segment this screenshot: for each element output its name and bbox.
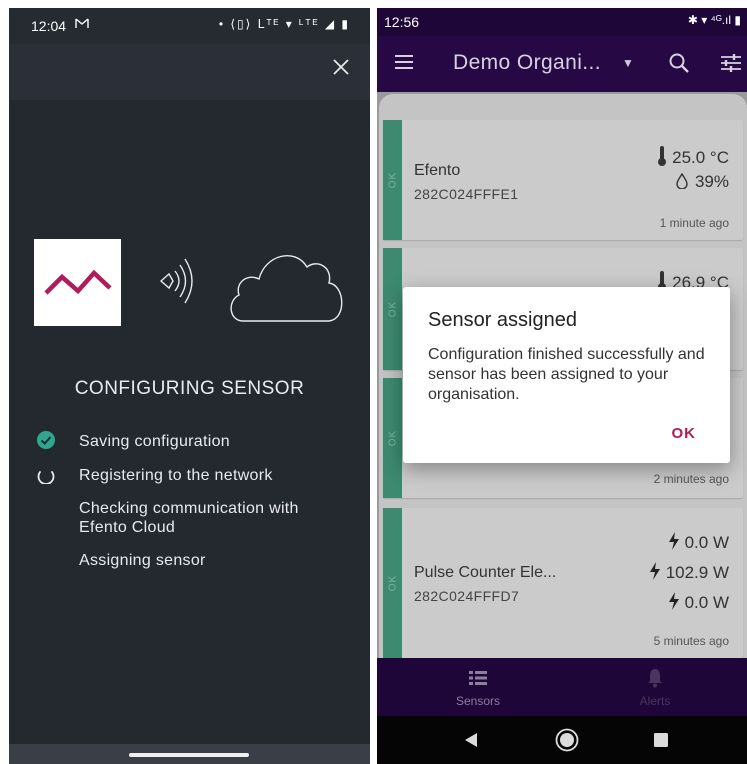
system-navigation-bar xyxy=(377,716,747,764)
wireless-signal-icon xyxy=(157,253,201,314)
hamburger-menu-icon[interactable] xyxy=(393,51,415,73)
step-checking-communication: Checking communication with Efento Cloud xyxy=(79,500,299,536)
back-icon[interactable] xyxy=(463,732,479,748)
power-reading: 0.0 W xyxy=(668,592,729,613)
cloud-icon xyxy=(225,243,349,330)
gmail-icon xyxy=(75,17,89,32)
humidity-icon xyxy=(676,172,688,190)
configuring-screen: 12:04 • ⟨▯⟩ ᒪᵀᴱ ▾ ᴸᵀᴱ ◢ ▮ CONFIGURING SE… xyxy=(9,8,370,764)
list-icon xyxy=(469,671,487,685)
sensor-id: 282C024FFFE1 xyxy=(414,186,519,202)
loading-spinner-icon xyxy=(37,471,55,484)
close-button[interactable] xyxy=(326,52,356,82)
bell-icon xyxy=(648,669,662,688)
sensor-id: 282C024FFFD7 xyxy=(414,588,520,604)
status-label: OK xyxy=(387,429,399,447)
status-label: OK xyxy=(387,574,399,592)
efento-logo-icon xyxy=(44,269,112,295)
temperature-reading: 25.0 °C xyxy=(657,145,729,168)
bottom-navigation: Sensors Alerts xyxy=(377,658,747,716)
status-time: 12:04 xyxy=(31,18,67,34)
home-handle[interactable] xyxy=(129,753,249,757)
dialog-message: Configuration finished successfully and … xyxy=(428,346,705,403)
power-reading: 102.9 W xyxy=(649,562,729,583)
configuring-heading: CONFIGURING SENSOR xyxy=(74,378,305,399)
status-label: OK xyxy=(387,171,399,189)
ok-button[interactable]: OK xyxy=(672,425,697,442)
status-time: 12:56 xyxy=(384,14,420,30)
home-icon[interactable] xyxy=(555,728,579,752)
tab-label: Alerts xyxy=(639,694,671,708)
status-strip: OK xyxy=(383,120,402,240)
sensors-screen: 12:56 ✱ ▾ ⁴ᴳ.ıl ▮ Demo Organi... ▼ OK Ef… xyxy=(377,8,747,764)
top-bar xyxy=(9,44,370,100)
humidity-reading: 39% xyxy=(674,172,729,192)
status-strip: OK xyxy=(383,378,402,498)
bolt-icon xyxy=(668,592,679,610)
status-label: OK xyxy=(387,300,399,318)
bolt-icon xyxy=(668,532,679,550)
status-bar: 12:04 • ⟨▯⟩ ᒪᵀᴱ ▾ ᴸᵀᴱ ◢ ▮ xyxy=(9,8,370,44)
sensor-card[interactable]: OK Efento 282C024FFFE1 25.0 °C 39% 1 min… xyxy=(383,120,743,240)
sensor-assigned-dialog: Sensor assigned Configuration finished s… xyxy=(403,287,730,463)
step-assigning-sensor: Assigning sensor xyxy=(79,552,206,569)
organisation-selector[interactable]: Demo Organi... xyxy=(453,51,601,75)
status-strip: OK xyxy=(383,248,402,370)
tab-label: Sensors xyxy=(455,694,501,708)
last-seen: 5 minutes ago xyxy=(653,634,729,648)
tab-sensors[interactable]: Sensors xyxy=(418,658,538,716)
thermometer-icon xyxy=(658,146,667,166)
status-bar: 12:56 ✱ ▾ ⁴ᴳ.ıl ▮ xyxy=(377,8,747,36)
step-registering-network: Registering to the network xyxy=(79,467,273,484)
sensor-name: Pulse Counter Ele... xyxy=(414,564,557,581)
app-bar: Demo Organi... ▼ xyxy=(377,36,747,92)
last-seen: 2 minutes ago xyxy=(653,472,729,486)
efento-logo-tile xyxy=(34,239,121,326)
status-icons: • ⟨▯⟩ ᒪᵀᴱ ▾ ᴸᵀᴱ ◢ ▮ xyxy=(218,17,350,31)
step-saving-configuration: Saving configuration xyxy=(79,433,230,450)
last-seen: 1 minute ago xyxy=(659,216,729,230)
gesture-nav-bar xyxy=(9,744,370,764)
tab-alerts[interactable]: Alerts xyxy=(595,658,715,716)
sensor-card[interactable]: OK Pulse Counter Ele... 282C024FFFD7 0.0… xyxy=(383,508,743,658)
power-reading: 0.0 W xyxy=(668,532,729,553)
sensor-name: Efento xyxy=(414,162,461,179)
status-icons: ✱ ▾ ⁴ᴳ.ıl ▮ xyxy=(687,13,741,27)
tune-icon[interactable] xyxy=(719,53,743,73)
status-strip: OK xyxy=(383,508,402,658)
search-icon[interactable] xyxy=(667,51,691,75)
close-icon xyxy=(333,59,349,75)
recents-icon[interactable] xyxy=(654,733,668,747)
bolt-icon xyxy=(649,562,660,580)
chevron-down-icon[interactable]: ▼ xyxy=(622,56,634,70)
check-circle-icon xyxy=(37,431,55,449)
dialog-title: Sensor assigned xyxy=(428,309,577,331)
